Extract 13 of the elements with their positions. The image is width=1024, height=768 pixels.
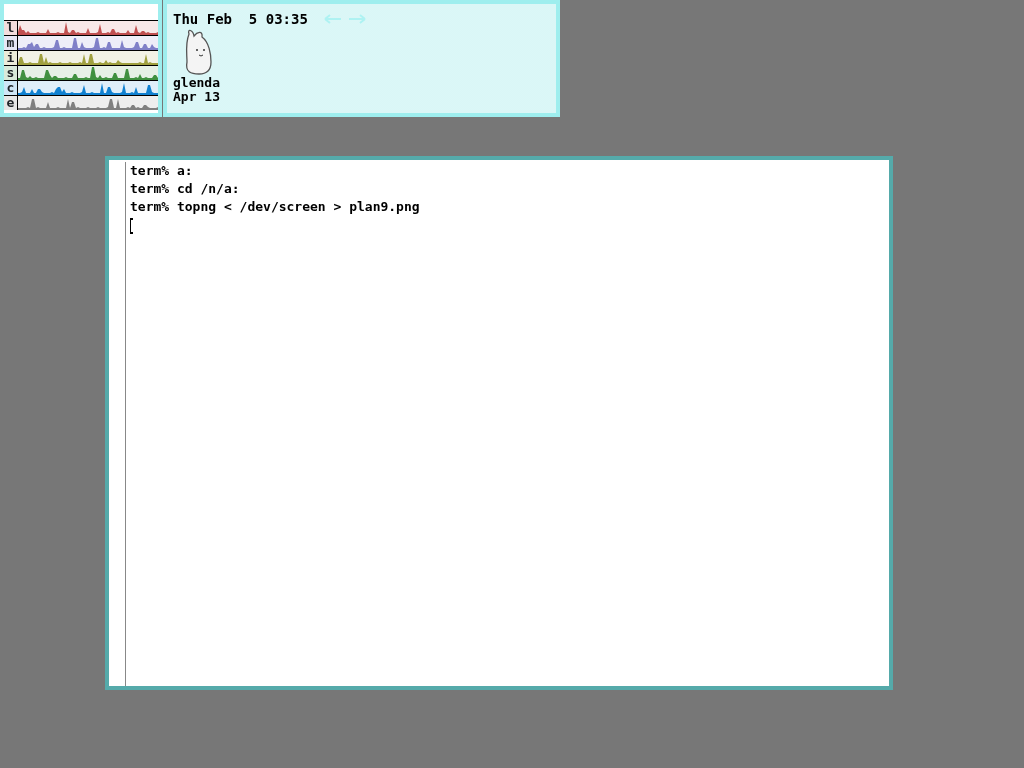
graph-label: m: [4, 36, 18, 50]
terminal-line: term% a:: [130, 162, 194, 180]
terminal-line: term% topng < /dev/screen > plan9.png: [130, 198, 420, 216]
graph-label: i: [4, 51, 18, 65]
mail-date: Apr 13: [173, 90, 220, 104]
text-cursor: [130, 218, 133, 234]
graph-label: l: [4, 21, 18, 35]
graph-label: e: [4, 96, 18, 110]
graph-label: c: [4, 81, 18, 95]
date-time: Thu Feb 5 03:35: [173, 10, 308, 28]
graph-label: s: [4, 66, 18, 80]
terminal-line: term% cd /n/a:: [130, 180, 241, 198]
user-name: glenda: [173, 76, 220, 90]
